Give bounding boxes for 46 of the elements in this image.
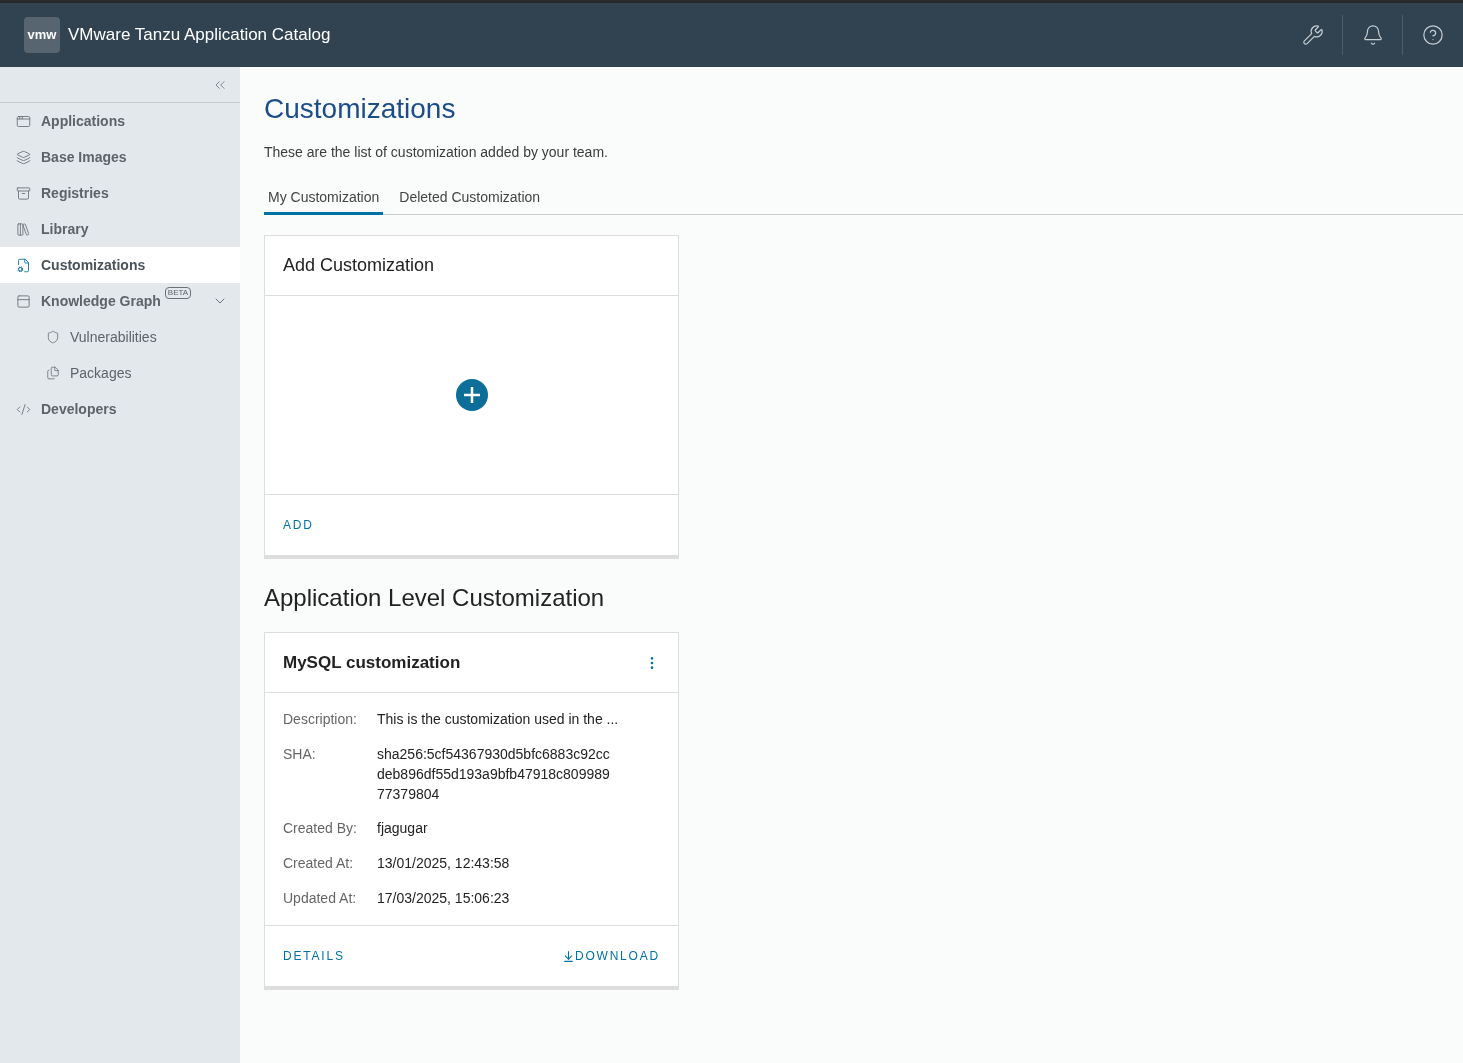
section-title: Application Level Customization bbox=[264, 583, 606, 613]
sidebar-item[interactable]: Base Images bbox=[0, 139, 240, 175]
panel-icon bbox=[16, 293, 31, 309]
sidebar-item[interactable]: Library bbox=[0, 211, 240, 247]
sidebar-item[interactable]: Registries bbox=[0, 175, 240, 211]
app-title: VMware Tanzu Application Catalog bbox=[68, 24, 331, 47]
add-link[interactable]: ADD bbox=[283, 516, 314, 534]
archive-icon bbox=[16, 185, 31, 201]
field-value: This is the customization used in the ... bbox=[377, 710, 619, 729]
download-icon bbox=[561, 949, 575, 963]
field-label: Updated At: bbox=[283, 889, 358, 908]
field-label: Created By: bbox=[283, 819, 358, 838]
download-link[interactable]: DOWNLOAD bbox=[561, 947, 660, 965]
plus-icon[interactable] bbox=[454, 378, 489, 412]
sidebar-item[interactable]: Knowledge Graph BETA bbox=[0, 283, 240, 319]
tab[interactable]: Deleted Customization bbox=[395, 183, 545, 215]
card-title: MySQL customization bbox=[283, 651, 461, 674]
help-icon bbox=[1422, 24, 1444, 46]
field-label: Description: bbox=[283, 710, 358, 729]
details-link[interactable]: DETAILS bbox=[283, 947, 345, 965]
page-subtitle: These are the list of customization added by your team. bbox=[264, 143, 609, 162]
field-label: SHA: bbox=[283, 745, 317, 764]
sidebar-item[interactable]: Applications bbox=[0, 103, 240, 139]
field-label: Created At: bbox=[283, 854, 355, 873]
window-icon bbox=[16, 113, 31, 129]
card-title: Add Customization bbox=[265, 236, 678, 296]
tab[interactable]: My Customization bbox=[264, 183, 384, 215]
field-value: fjagugar bbox=[377, 819, 428, 838]
beta-badge: BETA bbox=[164, 287, 192, 299]
files-icon bbox=[46, 366, 60, 380]
field-value: 13/01/2025, 12:43:58 bbox=[377, 854, 510, 873]
page-title: Customizations bbox=[264, 92, 457, 126]
layers-icon bbox=[16, 149, 31, 165]
books-icon bbox=[16, 221, 31, 237]
logo: vmw bbox=[24, 17, 60, 53]
sidebar-item[interactable]: Customizations bbox=[0, 247, 240, 283]
sidebar-item[interactable]: Developers bbox=[0, 391, 240, 427]
file-gear-icon bbox=[16, 257, 31, 273]
field-value: sha256:5cf54367930d5bfc6883c92cc deb896df55d193a9bfb47918c809989 77379804 bbox=[377, 745, 610, 804]
code-icon bbox=[16, 401, 31, 417]
shield-icon bbox=[46, 330, 60, 344]
bell-icon bbox=[1361, 24, 1384, 46]
sidebar-subitem[interactable]: Vulnerabilities bbox=[0, 319, 240, 355]
sidebar-subitem[interactable]: Packages bbox=[0, 355, 240, 391]
wrench-icon bbox=[1301, 24, 1324, 46]
field-value: 17/03/2025, 15:06:23 bbox=[377, 889, 510, 908]
